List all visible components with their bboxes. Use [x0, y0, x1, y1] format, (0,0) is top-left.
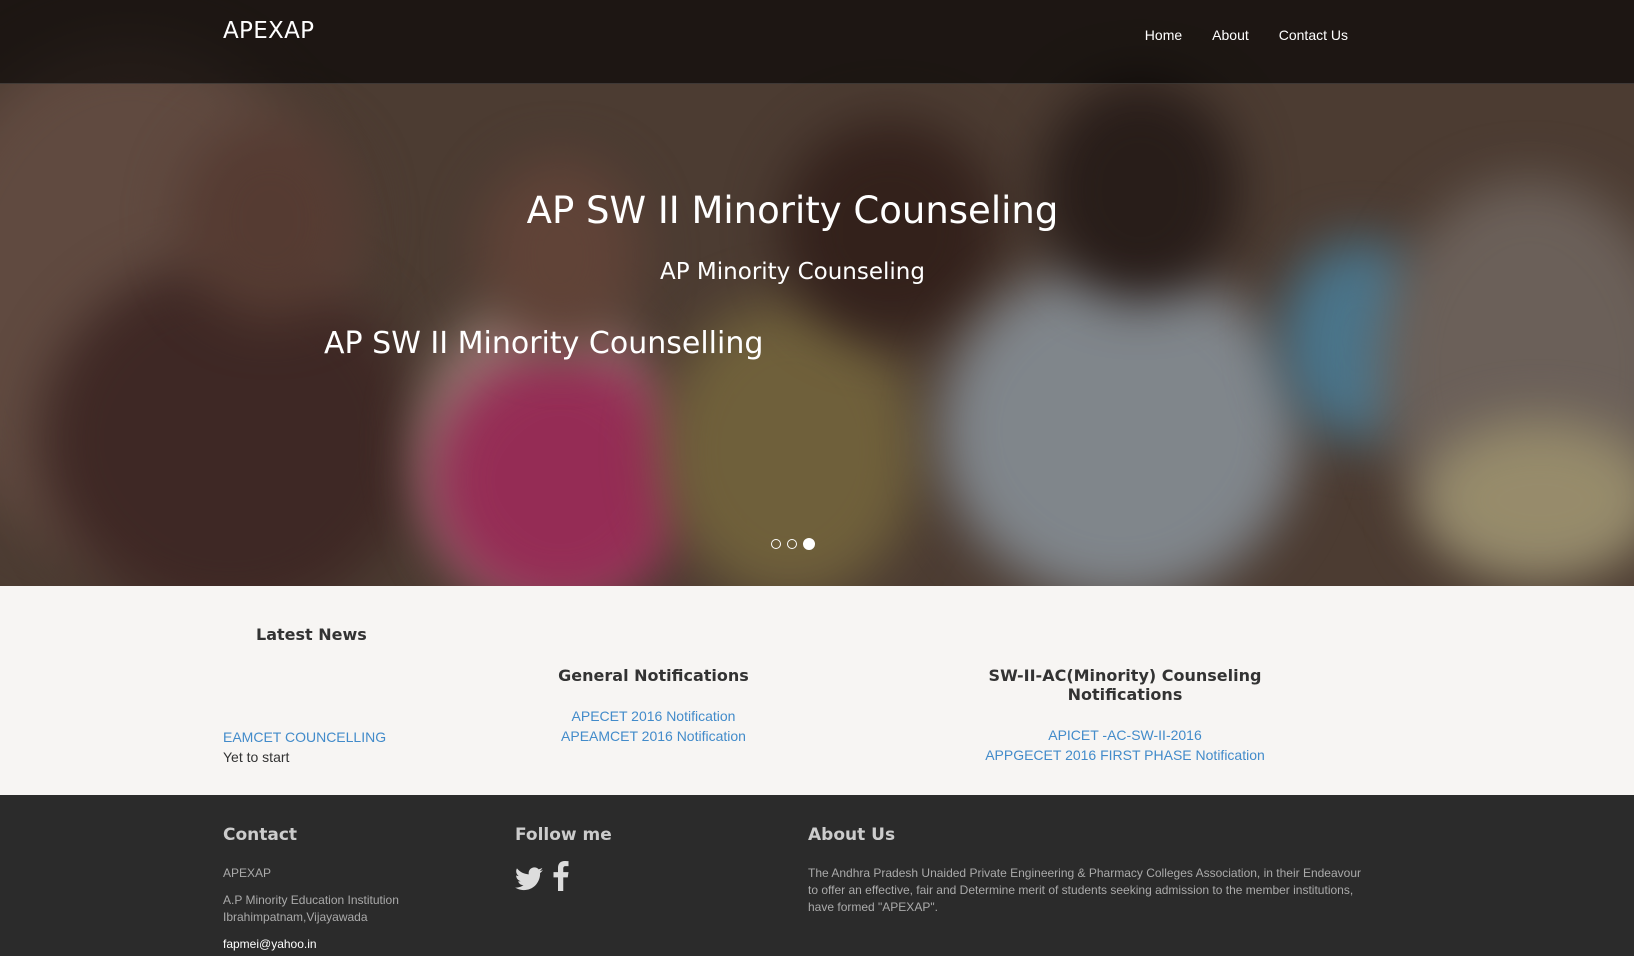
contact-email-link[interactable]: fapmei@yahoo.in	[223, 936, 317, 953]
news-section: Latest News EAMCET COUNCELLING Yet to st…	[0, 586, 1634, 795]
general-notifications-title: General Notifications	[558, 666, 749, 685]
footer: Contact APEXAP A.P Minority Education In…	[0, 795, 1634, 956]
twitter-icon[interactable]	[515, 867, 543, 891]
facebook-icon[interactable]	[553, 861, 569, 891]
hero-title: AP SW II Minority Counseling	[526, 189, 1059, 232]
social-links	[515, 861, 569, 891]
slide-caption: AP SW II Minority Counselling	[324, 326, 764, 361]
general-notifications: General Notifications APECET 2016 Notifi…	[520, 666, 787, 746]
contact-address-line2: Ibrahimpatnam,Vijayawada	[223, 910, 368, 924]
notification-link[interactable]: APICET -AC-SW-II-2016	[934, 725, 1316, 745]
carousel-indicators	[771, 538, 815, 550]
notification-link[interactable]: APPGECET 2016 FIRST PHASE Notification	[934, 745, 1316, 765]
brand-logo[interactable]: APEXAP	[223, 18, 314, 44]
contact-name: APEXAP	[223, 866, 272, 880]
carousel-dot-3[interactable]	[803, 538, 815, 550]
notification-link[interactable]: APECET 2016 Notification	[520, 706, 787, 726]
latest-news-status: Yet to start	[223, 749, 290, 765]
navbar: APEXAP Home About Contact Us	[0, 0, 1634, 84]
contact-address-line1: A.P Minority Education Institution	[223, 893, 399, 907]
latest-news-link[interactable]: EAMCET COUNCELLING	[223, 729, 386, 745]
latest-news-title: Latest News	[256, 625, 367, 644]
carousel-dot-1[interactable]	[771, 539, 781, 549]
main-nav: Home About Contact Us	[1145, 27, 1348, 43]
notification-link[interactable]: APEAMCET 2016 Notification	[520, 726, 787, 746]
nav-contact-us[interactable]: Contact Us	[1279, 27, 1348, 43]
nav-home[interactable]: Home	[1145, 27, 1182, 43]
hero-subtitle: AP Minority Counseling	[660, 259, 925, 285]
about-us-text: The Andhra Pradesh Unaided Private Engin…	[808, 866, 1361, 914]
about-us-title: About Us	[808, 825, 896, 845]
contact-title: Contact	[223, 825, 298, 845]
minority-notifications: SW-II-AC(Minority) Counseling Notificati…	[934, 666, 1316, 765]
minority-notifications-title: SW-II-AC(Minority) Counseling Notificati…	[988, 666, 1262, 704]
carousel-dot-2[interactable]	[787, 539, 797, 549]
nav-about[interactable]: About	[1212, 27, 1249, 43]
follow-title: Follow me	[515, 825, 612, 845]
hero-carousel: APEXAP Home About Contact Us AP SW II Mi…	[0, 0, 1634, 586]
